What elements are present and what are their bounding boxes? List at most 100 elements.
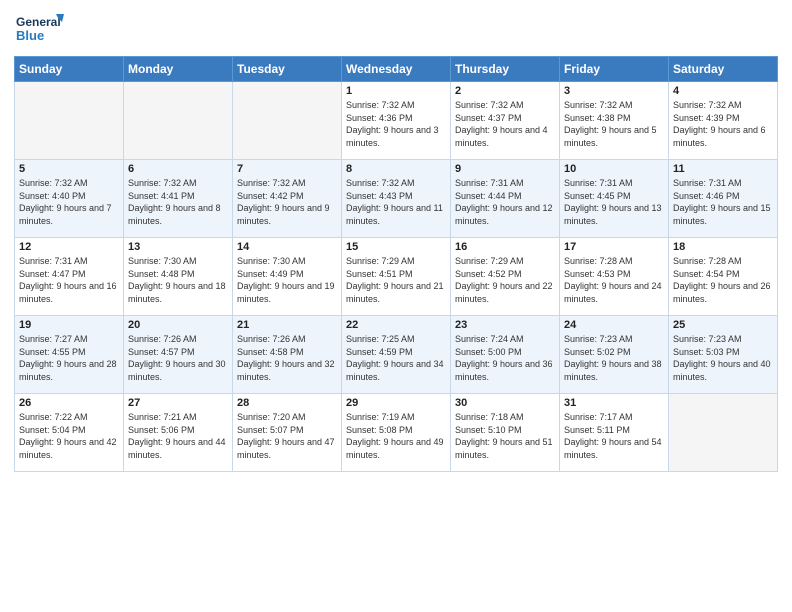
calendar-cell: 23 Sunrise: 7:24 AM Sunset: 5:00 PM Dayli… [451, 316, 560, 394]
calendar-cell: 8 Sunrise: 7:32 AM Sunset: 4:43 PM Daylig… [342, 160, 451, 238]
cell-content: Sunrise: 7:30 AM Sunset: 4:49 PM Dayligh… [237, 255, 337, 305]
cell-content: Sunrise: 7:18 AM Sunset: 5:10 PM Dayligh… [455, 411, 555, 461]
week-row-1: 5 Sunrise: 7:32 AM Sunset: 4:40 PM Daylig… [15, 160, 778, 238]
calendar-cell: 24 Sunrise: 7:23 AM Sunset: 5:02 PM Dayli… [560, 316, 669, 394]
day-number: 17 [564, 241, 664, 253]
calendar-cell [233, 82, 342, 160]
cell-content: Sunrise: 7:23 AM Sunset: 5:02 PM Dayligh… [564, 333, 664, 383]
col-header-thursday: Thursday [451, 57, 560, 82]
cell-content: Sunrise: 7:17 AM Sunset: 5:11 PM Dayligh… [564, 411, 664, 461]
calendar-cell: 13Sunrise: 7:30 AM Sunset: 4:48 PM Dayli… [124, 238, 233, 316]
calendar-cell: 26 Sunrise: 7:22 AM Sunset: 5:04 PM Dayli… [15, 394, 124, 472]
day-number: 2 [455, 85, 555, 97]
main-container: General Blue SundayMondayTuesdayWednesda… [0, 0, 792, 480]
day-number: 6 [128, 163, 228, 175]
calendar-cell: 12 Sunrise: 7:31 AM Sunset: 4:47 PM Dayli… [15, 238, 124, 316]
day-number: 25 [673, 319, 773, 331]
calendar-cell: 20Sunrise: 7:26 AM Sunset: 4:57 PM Dayli… [124, 316, 233, 394]
cell-content: Sunrise: 7:25 AM Sunset: 4:59 PM Dayligh… [346, 333, 446, 383]
cell-content: Sunrise: 7:27 AM Sunset: 4:55 PM Dayligh… [19, 333, 119, 383]
day-number: 26 [19, 397, 119, 409]
calendar-cell: 21 Sunrise: 7:26 AM Sunset: 4:58 PM Dayli… [233, 316, 342, 394]
cell-content: Sunrise: 7:20 AM Sunset: 5:07 PM Dayligh… [237, 411, 337, 461]
calendar-cell: 18 Sunrise: 7:28 AM Sunset: 4:54 PM Dayli… [669, 238, 778, 316]
day-number: 27 [128, 397, 228, 409]
calendar-cell: 3Sunrise: 7:32 AM Sunset: 4:38 PM Daylig… [560, 82, 669, 160]
calendar-cell: 15 Sunrise: 7:29 AM Sunset: 4:51 PM Dayli… [342, 238, 451, 316]
day-number: 28 [237, 397, 337, 409]
day-number: 24 [564, 319, 664, 331]
day-number: 31 [564, 397, 664, 409]
calendar-cell: 6 Sunrise: 7:32 AM Sunset: 4:41 PM Daylig… [124, 160, 233, 238]
cell-content: Sunrise: 7:32 AM Sunset: 4:40 PM Dayligh… [19, 177, 119, 227]
cell-content: Sunrise: 7:31 AM Sunset: 4:47 PM Dayligh… [19, 255, 119, 305]
cell-content: Sunrise: 7:32 AM Sunset: 4:36 PM Dayligh… [346, 99, 446, 149]
col-header-wednesday: Wednesday [342, 57, 451, 82]
day-number: 23 [455, 319, 555, 331]
day-number: 12 [19, 241, 119, 253]
day-number: 10 [564, 163, 664, 175]
header: General Blue [14, 10, 778, 48]
cell-content: Sunrise: 7:31 AM Sunset: 4:44 PM Dayligh… [455, 177, 555, 227]
cell-content: Sunrise: 7:29 AM Sunset: 4:52 PM Dayligh… [455, 255, 555, 305]
calendar-cell: 5 Sunrise: 7:32 AM Sunset: 4:40 PM Daylig… [15, 160, 124, 238]
day-number: 1 [346, 85, 446, 97]
cell-content: Sunrise: 7:32 AM Sunset: 4:43 PM Dayligh… [346, 177, 446, 227]
day-number: 9 [455, 163, 555, 175]
col-header-friday: Friday [560, 57, 669, 82]
cell-content: Sunrise: 7:19 AM Sunset: 5:08 PM Dayligh… [346, 411, 446, 461]
day-number: 11 [673, 163, 773, 175]
day-number: 15 [346, 241, 446, 253]
day-number: 30 [455, 397, 555, 409]
col-header-sunday: Sunday [15, 57, 124, 82]
logo-svg: General Blue [14, 10, 64, 48]
week-row-4: 26 Sunrise: 7:22 AM Sunset: 5:04 PM Dayli… [15, 394, 778, 472]
calendar-cell [669, 394, 778, 472]
cell-content: Sunrise: 7:21 AM Sunset: 5:06 PM Dayligh… [128, 411, 228, 461]
day-number: 13 [128, 241, 228, 253]
day-number: 22 [346, 319, 446, 331]
calendar-cell: 31 Sunrise: 7:17 AM Sunset: 5:11 PM Dayli… [560, 394, 669, 472]
col-header-tuesday: Tuesday [233, 57, 342, 82]
day-number: 16 [455, 241, 555, 253]
cell-content: Sunrise: 7:32 AM Sunset: 4:38 PM Dayligh… [564, 99, 664, 149]
day-number: 4 [673, 85, 773, 97]
cell-content: Sunrise: 7:28 AM Sunset: 4:54 PM Dayligh… [673, 255, 773, 305]
day-number: 5 [19, 163, 119, 175]
calendar-cell: 25 Sunrise: 7:23 AM Sunset: 5:03 PM Dayli… [669, 316, 778, 394]
calendar-cell: 22 Sunrise: 7:25 AM Sunset: 4:59 PM Dayli… [342, 316, 451, 394]
cell-content: Sunrise: 7:29 AM Sunset: 4:51 PM Dayligh… [346, 255, 446, 305]
day-number: 19 [19, 319, 119, 331]
day-number: 20 [128, 319, 228, 331]
week-row-3: 19 Sunrise: 7:27 AM Sunset: 4:55 PM Dayli… [15, 316, 778, 394]
day-number: 21 [237, 319, 337, 331]
day-number: 14 [237, 241, 337, 253]
calendar-cell: 1 Sunrise: 7:32 AM Sunset: 4:36 PM Daylig… [342, 82, 451, 160]
svg-text:General: General [16, 15, 61, 29]
calendar-cell: 9 Sunrise: 7:31 AM Sunset: 4:44 PM Daylig… [451, 160, 560, 238]
cell-content: Sunrise: 7:32 AM Sunset: 4:39 PM Dayligh… [673, 99, 773, 149]
col-header-monday: Monday [124, 57, 233, 82]
calendar-cell: 7 Sunrise: 7:32 AM Sunset: 4:42 PM Daylig… [233, 160, 342, 238]
cell-content: Sunrise: 7:23 AM Sunset: 5:03 PM Dayligh… [673, 333, 773, 383]
calendar-header-row: SundayMondayTuesdayWednesdayThursdayFrid… [15, 57, 778, 82]
cell-content: Sunrise: 7:24 AM Sunset: 5:00 PM Dayligh… [455, 333, 555, 383]
logo: General Blue [14, 10, 64, 48]
day-number: 18 [673, 241, 773, 253]
calendar-cell [124, 82, 233, 160]
calendar-cell: 14 Sunrise: 7:30 AM Sunset: 4:49 PM Dayli… [233, 238, 342, 316]
calendar-cell: 17Sunrise: 7:28 AM Sunset: 4:53 PM Dayli… [560, 238, 669, 316]
calendar-cell: 4 Sunrise: 7:32 AM Sunset: 4:39 PM Daylig… [669, 82, 778, 160]
cell-content: Sunrise: 7:26 AM Sunset: 4:58 PM Dayligh… [237, 333, 337, 383]
calendar-cell: 16 Sunrise: 7:29 AM Sunset: 4:52 PM Dayli… [451, 238, 560, 316]
cell-content: Sunrise: 7:22 AM Sunset: 5:04 PM Dayligh… [19, 411, 119, 461]
cell-content: Sunrise: 7:31 AM Sunset: 4:46 PM Dayligh… [673, 177, 773, 227]
calendar-cell: 29Sunrise: 7:19 AM Sunset: 5:08 PM Dayli… [342, 394, 451, 472]
calendar-cell: 27 Sunrise: 7:21 AM Sunset: 5:06 PM Dayli… [124, 394, 233, 472]
cell-content: Sunrise: 7:32 AM Sunset: 4:41 PM Dayligh… [128, 177, 228, 227]
day-number: 8 [346, 163, 446, 175]
cell-content: Sunrise: 7:32 AM Sunset: 4:42 PM Dayligh… [237, 177, 337, 227]
calendar-cell: 28 Sunrise: 7:20 AM Sunset: 5:07 PM Dayli… [233, 394, 342, 472]
calendar-cell [15, 82, 124, 160]
day-number: 7 [237, 163, 337, 175]
